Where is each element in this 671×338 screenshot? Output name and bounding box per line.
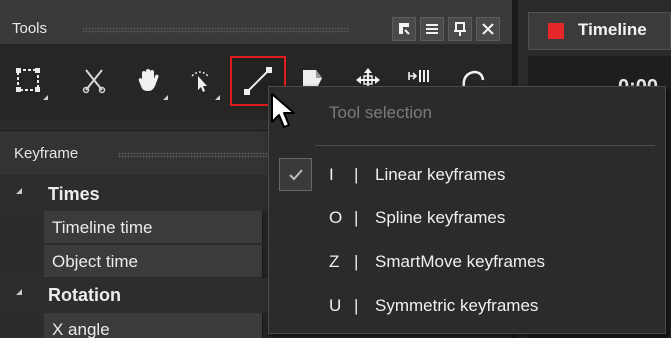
menu-title: Tool selection xyxy=(329,103,433,122)
menu-separator-glyph: | xyxy=(354,296,359,315)
property-label: X angle xyxy=(44,313,262,338)
tool-selection-menu: Tool selection I | Linear keyframes O | … xyxy=(268,86,666,334)
tool-pointer[interactable] xyxy=(180,60,220,100)
menu-item-linear-keyframes[interactable]: I | Linear keyframes xyxy=(269,155,665,195)
menu-icon xyxy=(426,24,438,34)
menu-separator-glyph: | xyxy=(354,208,359,227)
tools-panel-title: Tools xyxy=(12,20,48,37)
tool-flyout-indicator xyxy=(163,95,168,100)
tool-selection-rect[interactable] xyxy=(8,60,48,100)
menu-item-spline-keyframes[interactable]: O | Spline keyframes xyxy=(269,198,665,238)
keyframe-panel-title: Keyframe xyxy=(14,145,79,162)
menu-shortcut-key: U xyxy=(329,296,342,315)
menu-separator xyxy=(315,145,655,146)
group-label: Rotation xyxy=(48,285,121,305)
tool-hand[interactable] xyxy=(128,60,168,100)
menu-check-box xyxy=(279,158,312,191)
timeline-color-swatch xyxy=(548,23,564,39)
panel-drag-grip[interactable] xyxy=(118,152,268,158)
tool-flyout-indicator xyxy=(43,95,48,100)
menu-item-smartmove-keyframes[interactable]: Z | SmartMove keyframes xyxy=(269,242,665,282)
menu-item-label: SmartMove keyframes xyxy=(375,252,546,271)
close-button[interactable] xyxy=(476,17,500,41)
group-label: Times xyxy=(48,184,100,204)
selection-rect-icon xyxy=(16,68,40,92)
menu-item-label: Spline keyframes xyxy=(375,208,506,227)
panel-drag-grip[interactable] xyxy=(82,27,350,33)
checkmark-icon xyxy=(288,168,303,180)
menu-shortcut-key: Z xyxy=(329,252,340,271)
collapse-arrow-icon[interactable] xyxy=(16,289,22,295)
menu-item-label: Symmetric keyframes xyxy=(375,296,539,315)
pin-icon xyxy=(454,22,466,36)
menu-separator-glyph: | xyxy=(354,252,359,271)
mouse-cursor-icon xyxy=(271,93,295,128)
hand-pan-icon xyxy=(138,69,159,91)
cut-scissors-icon xyxy=(82,69,106,94)
tools-panel-header: Tools xyxy=(0,0,512,45)
menu-shortcut-key: O xyxy=(329,208,343,227)
panel-menu-button[interactable] xyxy=(420,17,444,41)
app-window: Tools Keyframe Times Timeline time Objec… xyxy=(0,0,671,338)
collapse-arrow-icon[interactable] xyxy=(16,188,22,194)
menu-separator-glyph: | xyxy=(354,165,359,184)
property-label: Object time xyxy=(44,245,262,278)
pointer-select-icon xyxy=(191,71,209,92)
menu-shortcut-key: I xyxy=(329,165,334,184)
tool-flyout-indicator xyxy=(215,95,220,100)
timeline-tab-label: Timeline xyxy=(578,20,647,39)
pin-button[interactable] xyxy=(448,17,472,41)
property-label: Timeline time xyxy=(44,211,262,244)
menu-item-symmetric-keyframes[interactable]: U | Symmetric keyframes xyxy=(269,286,665,326)
tool-cut[interactable] xyxy=(74,60,114,100)
pin-corner-button[interactable] xyxy=(392,17,416,41)
menu-item-label: Linear keyframes xyxy=(375,165,506,184)
close-icon xyxy=(482,23,494,35)
pin-corner-icon xyxy=(399,23,410,35)
